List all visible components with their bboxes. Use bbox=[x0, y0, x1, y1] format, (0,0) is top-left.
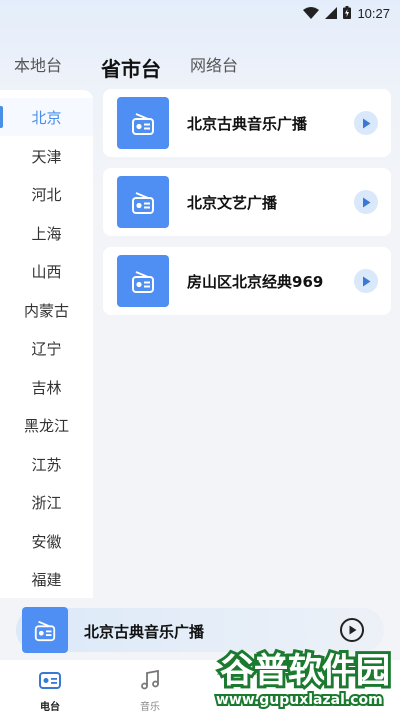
station-card[interactable]: 北京文艺广播 bbox=[103, 168, 391, 236]
battery-icon bbox=[343, 4, 352, 23]
svg-text:谷普软件园: 谷普软件园 bbox=[220, 651, 390, 691]
play-icon bbox=[349, 625, 356, 635]
play-button[interactable] bbox=[354, 111, 378, 135]
sidebar-item-beijing[interactable]: 北京 bbox=[0, 98, 93, 136]
radio-icon bbox=[39, 672, 61, 689]
station-card[interactable]: 房山区北京经典969 bbox=[103, 247, 391, 315]
player-play-button[interactable] bbox=[340, 618, 364, 642]
player-title: 北京古典音乐广播 bbox=[84, 623, 205, 641]
sidebar-item-tianjin[interactable]: 天津 bbox=[0, 137, 93, 175]
sidebar-item-anhui[interactable]: 安徽 bbox=[0, 522, 93, 560]
sidebar-item-fujian[interactable]: 福建 bbox=[0, 560, 93, 598]
nav-item-radio[interactable]: 电台 bbox=[15, 660, 85, 712]
svg-text:www.gupuxlazal.com: www.gupuxlazal.com bbox=[216, 692, 383, 708]
station-name: 房山区北京经典969 bbox=[187, 273, 324, 291]
play-button[interactable] bbox=[354, 190, 378, 214]
sidebar-item-jilin[interactable]: 吉林 bbox=[0, 368, 93, 406]
tab-network[interactable]: 网络台 bbox=[190, 52, 238, 76]
station-name: 北京古典音乐广播 bbox=[187, 115, 308, 133]
sidebar-item-shanghai[interactable]: 上海 bbox=[0, 214, 93, 252]
play-icon bbox=[363, 118, 371, 128]
nav-label: 电台 bbox=[40, 702, 60, 712]
sidebar-item-heilongjiang[interactable]: 黑龙江 bbox=[0, 406, 93, 444]
sidebar-item-neimenggu[interactable]: 内蒙古 bbox=[0, 291, 93, 329]
radio-icon bbox=[117, 255, 169, 307]
sidebar-item-zhejiang[interactable]: 浙江 bbox=[0, 483, 93, 521]
wifi-icon bbox=[303, 4, 320, 23]
status-time: 10:27 bbox=[357, 6, 390, 21]
status-bar: 10:27 bbox=[0, 0, 400, 24]
sidebar-item-jiangsu[interactable]: 江苏 bbox=[0, 445, 93, 483]
play-icon bbox=[363, 197, 371, 207]
watermark-logo: 谷普软件园 谷普软件园 www.gupuxlazal.com bbox=[214, 648, 393, 710]
play-button[interactable] bbox=[354, 269, 378, 293]
play-icon bbox=[363, 276, 371, 286]
nav-label: 音乐 bbox=[140, 702, 160, 712]
sidebar-item-hebei[interactable]: 河北 bbox=[0, 175, 93, 213]
music-note-icon bbox=[141, 669, 159, 690]
radio-icon bbox=[117, 97, 169, 149]
tab-local[interactable]: 本地台 bbox=[14, 52, 62, 76]
station-name: 北京文艺广播 bbox=[187, 194, 278, 212]
tab-province[interactable]: 省市台 bbox=[101, 53, 161, 82]
radio-icon bbox=[22, 607, 68, 653]
status-icons: 10:27 bbox=[303, 4, 390, 23]
sidebar-item-shanxi[interactable]: 山西 bbox=[0, 252, 93, 290]
nav-item-music[interactable]: 音乐 bbox=[115, 660, 185, 712]
radio-icon bbox=[117, 176, 169, 228]
station-card[interactable]: 北京古典音乐广播 bbox=[103, 89, 391, 157]
sidebar-item-liaoning[interactable]: 辽宁 bbox=[0, 329, 93, 367]
province-sidebar: 北京 天津 河北 上海 山西 内蒙古 辽宁 吉林 黑龙江 江苏 浙江 安徽 福建 bbox=[0, 90, 93, 598]
signal-icon bbox=[325, 4, 338, 23]
